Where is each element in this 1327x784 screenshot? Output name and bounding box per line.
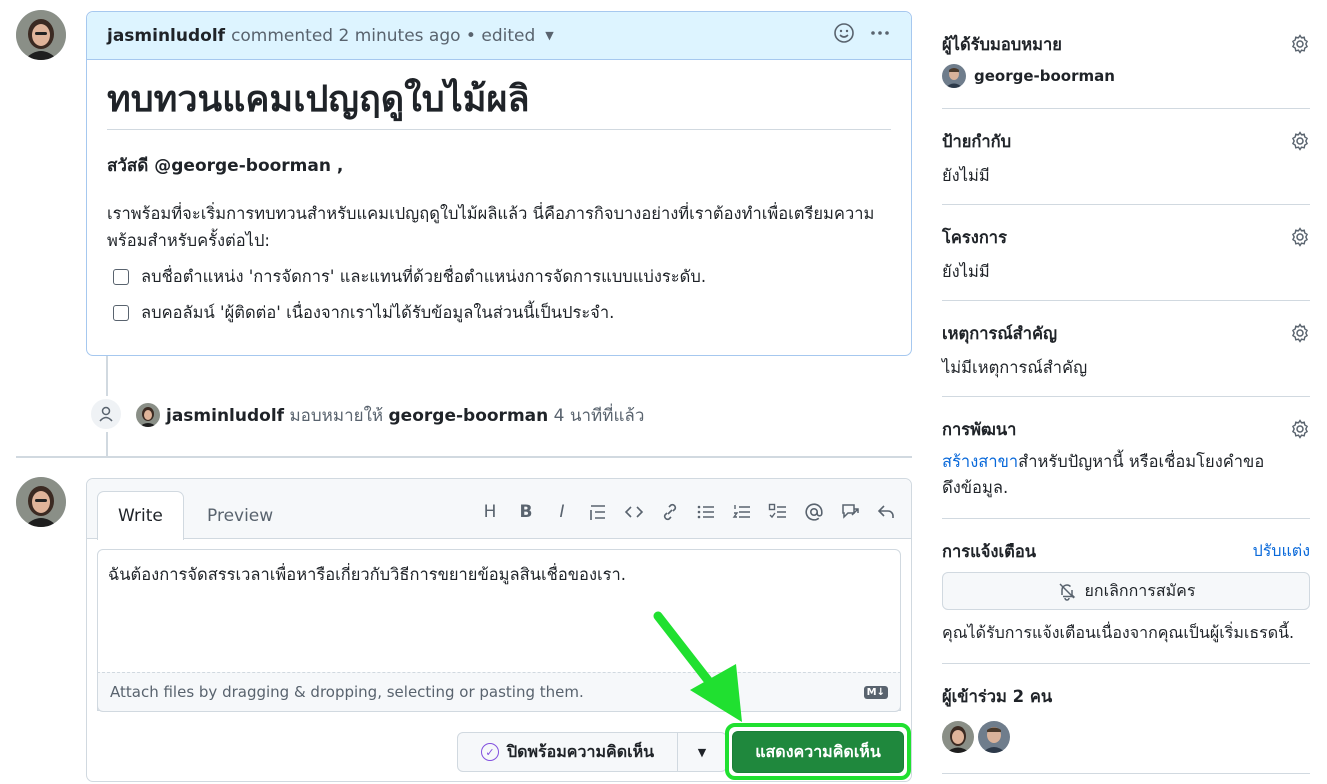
code-icon[interactable] [623, 501, 645, 523]
assignee-avatar [942, 64, 966, 88]
event-actor[interactable]: jasminludolf [166, 406, 284, 426]
event-target[interactable]: george-boorman [389, 406, 549, 426]
task-checkbox[interactable] [113, 304, 129, 321]
assignment-event: jasminludolf มอบหมายให้ george-boorman 4… [166, 402, 644, 429]
assignees-heading: ผู้ได้รับมอบหมาย [942, 35, 1062, 54]
comment-body: ทบทวนแคมเปญฤดูใบไม้ผลิ สวัสดี @george-bo… [87, 60, 911, 344]
participant-avatar[interactable] [942, 721, 974, 753]
unsubscribe-label: ยกเลิกการสมัคร [1084, 580, 1196, 600]
close-with-comment-label: ปิดพร้อมความคิดเห็น [506, 741, 655, 761]
sidebar-projects: โครงการ ยังไม่มี [942, 205, 1310, 301]
sidebar-development: การพัฒนา สร้างสาขาสำหรับปัญหานี้ หรือเชื… [942, 397, 1310, 519]
link-icon[interactable] [659, 501, 681, 523]
kebab-horizontal-icon[interactable] [869, 22, 891, 49]
issue-comment: jasminludolf commented 2 minutes ago • e… [86, 11, 912, 356]
sidebar-participants: ผู้เข้าร่วม 2 คน [942, 664, 1310, 774]
close-with-comment-button[interactable]: ✓ ปิดพร้อมความคิดเห็น [457, 732, 678, 772]
comment-greeting: สวัสดี @george-boorman , [107, 156, 344, 177]
gear-icon[interactable] [1290, 131, 1310, 151]
task-item: ลบคอลัมน์ 'ผู้ติดต่อ' เนื่องจากเราไม่ได้… [107, 300, 891, 326]
markdown-icon[interactable]: M↓ [863, 685, 888, 699]
current-user-avatar[interactable] [16, 477, 66, 527]
sidebar-notifications: การแจ้งเตือน ปรับแต่ง ยกเลิกการสมัคร คุณ… [942, 519, 1310, 664]
assignee-name[interactable]: george-boorman [974, 67, 1115, 85]
notifications-heading: การแจ้งเตือน [942, 542, 1037, 561]
unordered-list-icon[interactable] [695, 501, 717, 523]
italic-icon[interactable]: I [551, 501, 573, 523]
timeline-divider [16, 456, 912, 458]
bold-icon[interactable]: B [515, 501, 537, 523]
gear-icon[interactable] [1290, 227, 1310, 247]
comment-header: jasminludolf commented 2 minutes ago • e… [87, 12, 911, 60]
event-time[interactable]: 4 นาทีที่แล้ว [554, 406, 645, 426]
comment-paragraph: เราพร้อมที่จะเริ่มการทบทวนสำหรับแคมเปญฤด… [107, 204, 875, 250]
sidebar-milestone: เหตุการณ์สำคัญ ไม่มีเหตุการณ์สำคัญ [942, 301, 1310, 397]
mention-icon[interactable] [803, 501, 825, 523]
quote-icon[interactable] [587, 501, 609, 523]
timeline-connector [106, 432, 108, 456]
comment-submit-button[interactable]: แสดงความคิดเห็น [732, 731, 904, 773]
task-label: ลบชื่อตำแหน่ง 'การจัดการ' และแทนที่ด้วยช… [141, 266, 707, 286]
check-circle-icon: ✓ [480, 743, 499, 761]
assignee-item[interactable]: george-boorman [942, 64, 1115, 88]
timeline-connector [106, 356, 108, 396]
development-text: สร้างสาขาสำหรับปัญหานี้ หรือเชื่อมโยงคำข… [942, 449, 1282, 502]
notification-reason: คุณได้รับการแจ้งเตือนเนื่องจากคุณเป็นผู้… [942, 623, 1295, 642]
close-options-dropdown[interactable]: ▼ [677, 732, 727, 772]
participants-heading: ผู้เข้าร่วม 2 คน [942, 687, 1053, 706]
ordered-list-icon[interactable] [731, 501, 753, 523]
participants-list [942, 721, 1010, 753]
attach-files-bar[interactable]: Attach files by dragging & dropping, sel… [97, 672, 901, 712]
person-icon [89, 397, 123, 431]
gear-icon[interactable] [1290, 323, 1310, 343]
development-heading: การพัฒนา [942, 420, 1017, 439]
smiley-icon[interactable] [833, 22, 855, 49]
editor-tabs: Write Preview H B I [87, 479, 911, 540]
comment-title: ทบทวนแคมเปญฤดูใบไม้ผลิ [107, 78, 891, 131]
bell-slash-icon [1059, 583, 1075, 601]
labels-heading: ป้ายกำกับ [942, 132, 1012, 151]
event-actor-avatar[interactable] [136, 403, 160, 427]
comment-author[interactable]: jasminludolf [107, 26, 225, 46]
markdown-toolbar: H B I [479, 501, 897, 523]
customize-link[interactable]: ปรับแต่ง [1253, 539, 1310, 564]
sidebar-labels: ป้ายกำกับ ยังไม่มี [942, 109, 1310, 205]
triangle-down-icon: ▼ [697, 745, 707, 759]
sidebar-assignees: ผู้ได้รับมอบหมาย george-boorman [942, 0, 1310, 109]
tab-write[interactable]: Write [97, 491, 184, 540]
task-list-icon[interactable] [767, 501, 789, 523]
edited-caret-icon[interactable]: ▼ [545, 29, 553, 42]
tab-preview[interactable]: Preview [187, 491, 293, 540]
gear-icon[interactable] [1290, 34, 1310, 54]
gear-icon[interactable] [1290, 419, 1310, 439]
cross-reference-icon[interactable] [839, 501, 861, 523]
saved-reply-icon[interactable] [875, 501, 897, 523]
participant-avatar[interactable] [978, 721, 1010, 753]
create-branch-link[interactable]: สร้างสาขา [942, 452, 1018, 471]
unsubscribe-button[interactable]: ยกเลิกการสมัคร [942, 572, 1310, 610]
projects-value: ยังไม่มี [942, 262, 990, 281]
projects-heading: โครงการ [942, 228, 1007, 247]
comment-meta: commented 2 minutes ago • edited [231, 25, 536, 46]
heading-icon[interactable]: H [479, 501, 501, 523]
task-item: ลบชื่อตำแหน่ง 'การจัดการ' และแทนที่ด้วยช… [107, 264, 891, 290]
task-checkbox[interactable] [113, 268, 129, 285]
milestone-value: ไม่มีเหตุการณ์สำคัญ [942, 358, 1088, 377]
author-avatar[interactable] [16, 10, 66, 60]
labels-value: ยังไม่มี [942, 166, 990, 185]
comment-textarea-text[interactable]: ฉันต้องการจัดสรรเวลาเพื่อหารือเกี่ยวกับว… [98, 550, 900, 600]
attach-hint: Attach files by dragging & dropping, sel… [110, 683, 584, 701]
milestone-heading: เหตุการณ์สำคัญ [942, 324, 1058, 343]
task-label: ลบคอลัมน์ 'ผู้ติดต่อ' เนื่องจากเราไม่ได้… [141, 302, 615, 322]
event-action: มอบหมายให้ [289, 406, 384, 426]
